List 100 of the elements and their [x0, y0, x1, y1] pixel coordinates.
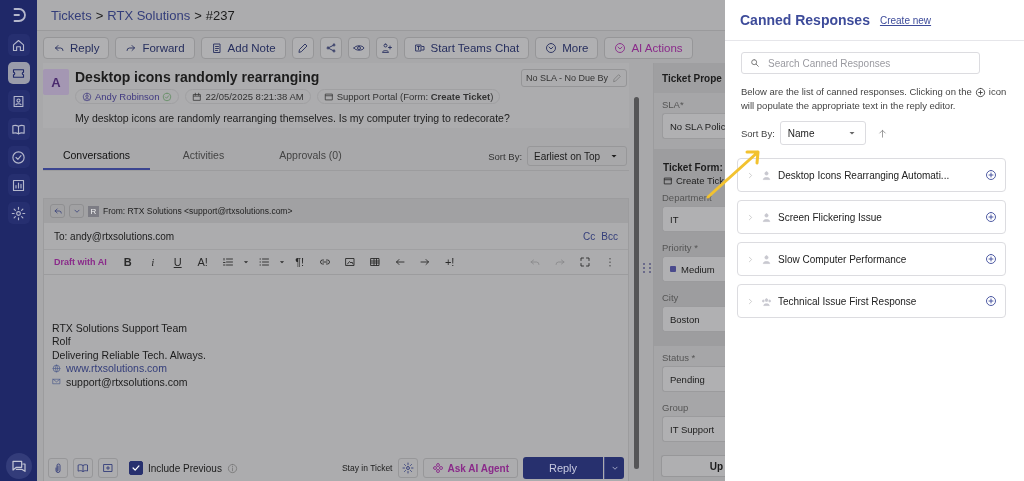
chevron-right-icon[interactable]: [746, 296, 755, 306]
canned-response-item[interactable]: Slow Computer Performance: [737, 242, 1006, 276]
sla-badge[interactable]: No SLA - No Due By: [520, 69, 627, 87]
flower-icon: [431, 462, 444, 474]
toolbar-button[interactable]: Add Note: [200, 37, 286, 59]
chat-icon: [10, 458, 27, 474]
info-text: icon: [988, 85, 1007, 99]
draft-with-ai-button[interactable]: Draft with AI: [54, 257, 107, 267]
share-button[interactable]: [319, 37, 342, 59]
toolbar-button[interactable]: Forward: [115, 37, 195, 59]
chevron-right-icon[interactable]: [746, 212, 755, 222]
ai-actions-button[interactable]: AI Actions: [604, 37, 693, 59]
reply-button[interactable]: Reply: [523, 457, 603, 479]
home-icon: [11, 37, 26, 53]
left-arrow-icon: [393, 256, 406, 268]
person-icon: [761, 211, 772, 223]
field-label: Department: [662, 192, 713, 203]
breadcrumb-item[interactable]: RTX Solutions: [107, 7, 191, 23]
stay-in-ticket-label: Stay in Ticket: [341, 463, 393, 473]
response-title: Desktop Icons Rearranging Automati...: [778, 169, 951, 181]
insert-button[interactable]: [98, 458, 118, 478]
create-new-link[interactable]: Create new: [879, 14, 932, 26]
breadcrumb-item[interactable]: Tickets: [51, 7, 92, 23]
field-dropdown[interactable]: IT: [662, 206, 725, 232]
format-button[interactable]: U: [165, 252, 190, 272]
response-title: Screen Flickering Issue: [778, 211, 883, 223]
sort-label: Sort By:: [488, 150, 523, 162]
canned-response-item[interactable]: Desktop Icons Rearranging Automati...: [737, 158, 1006, 192]
nav-item[interactable]: [7, 90, 30, 112]
update-button[interactable]: Up: [661, 455, 725, 477]
nav-item[interactable]: [7, 34, 30, 56]
tab[interactable]: Conversations: [43, 142, 150, 170]
cc-link[interactable]: Cc: [583, 230, 596, 242]
resize-handle[interactable]: [643, 263, 651, 273]
reply-mode-button[interactable]: [50, 204, 65, 218]
clipboard-icon: [210, 42, 223, 54]
toolbar-button[interactable]: Start Teams Chat: [403, 37, 530, 59]
format-button[interactable]: B: [115, 252, 140, 272]
nav-item[interactable]: [7, 146, 30, 168]
share-icon: [324, 42, 337, 54]
tab[interactable]: Activities: [150, 142, 257, 170]
search-field[interactable]: Search Canned Responses: [741, 52, 980, 74]
person-icon: [761, 253, 772, 265]
pencil-icon: [296, 42, 309, 54]
format-button[interactable]: i: [140, 252, 165, 272]
field-label: City: [662, 292, 680, 303]
fullscreen-icon: [579, 256, 591, 268]
format-button[interactable]: ¶!: [287, 252, 312, 272]
chevron-right-icon[interactable]: [746, 170, 755, 180]
avatar: A: [43, 69, 69, 95]
breadcrumb-item: #237: [205, 7, 235, 23]
ask-ai-agent-button[interactable]: Ask AI Agent: [422, 458, 518, 478]
teams-icon: [413, 42, 426, 54]
nav-item[interactable]: [7, 202, 30, 224]
chat-button[interactable]: [5, 453, 32, 479]
format-button[interactable]: A!: [190, 252, 215, 272]
toolbar-button[interactable]: More: [535, 37, 599, 59]
field-label: Group: [662, 402, 690, 413]
field-label: Status *: [662, 352, 697, 363]
sort-dropdown[interactable]: Name: [779, 121, 866, 145]
bullet-list-icon: [257, 256, 270, 268]
field-dropdown[interactable]: Medium: [662, 256, 725, 282]
reply-icon: [53, 42, 65, 54]
checkmark-icon: [131, 463, 141, 473]
nav-item[interactable]: [7, 174, 30, 196]
chevron-right-icon[interactable]: [746, 254, 755, 264]
sort-dropdown[interactable]: Earliest on Top: [527, 146, 627, 166]
add-user-button[interactable]: [375, 37, 398, 59]
person-icon: [761, 169, 772, 181]
canned-response-item[interactable]: Technical Issue First Response: [737, 284, 1006, 318]
signature-line: RTX Solutions Support Team: [52, 321, 188, 334]
nav-item[interactable]: [7, 62, 30, 84]
toolbar-button[interactable]: Reply: [43, 37, 110, 59]
table-icon: [368, 256, 381, 268]
canned-response-item[interactable]: Screen Flickering Issue: [737, 200, 1006, 234]
bcc-link[interactable]: Bcc: [601, 230, 618, 242]
sla-dropdown[interactable]: No SLA Polic: [662, 113, 725, 139]
sort-direction-icon[interactable]: [876, 127, 888, 139]
format-button[interactable]: +!: [437, 252, 462, 272]
field-dropdown[interactable]: Pending: [662, 366, 725, 392]
attach-button[interactable]: [48, 458, 68, 478]
field-dropdown[interactable]: Boston: [662, 306, 725, 332]
scrollbar[interactable]: [634, 97, 639, 469]
checkbox-label: Include Previous: [148, 462, 222, 474]
response-title: Slow Computer Performance: [778, 253, 908, 265]
right-arrow-icon: [418, 256, 431, 268]
envelope-icon: [52, 377, 61, 387]
group-icon: [761, 295, 772, 307]
checkbox[interactable]: [129, 461, 143, 475]
tab[interactable]: Approvals (0): [257, 142, 364, 170]
edit-button[interactable]: [291, 37, 314, 59]
field-label: Priority *: [662, 242, 699, 253]
knowledge-base-button[interactable]: [73, 458, 93, 478]
website-link[interactable]: www.rtxsolutions.com: [66, 362, 167, 375]
nav-item[interactable]: [7, 118, 30, 140]
eye-button[interactable]: [347, 37, 370, 59]
field-dropdown[interactable]: IT Support: [662, 416, 725, 442]
link-icon: [318, 256, 331, 268]
settings-button[interactable]: [397, 458, 418, 478]
reply-options-button[interactable]: [604, 457, 624, 479]
